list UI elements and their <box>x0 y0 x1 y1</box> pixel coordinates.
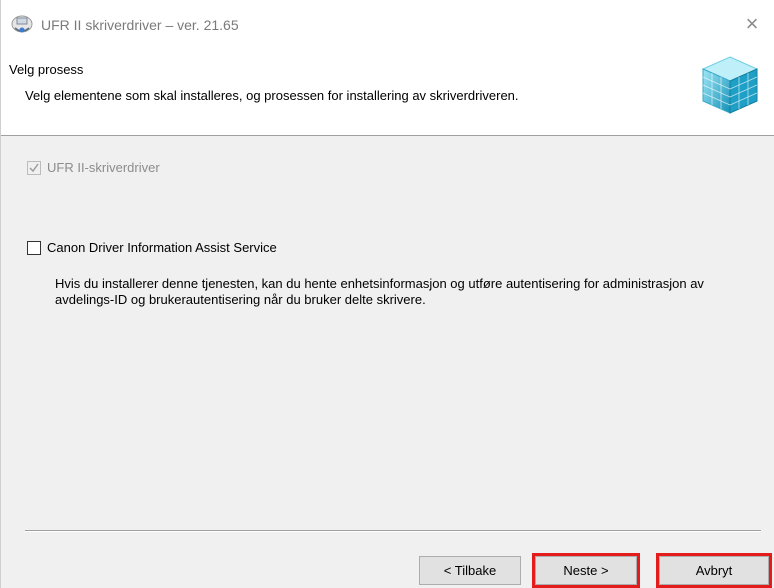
wizard-header: Velg prosess Velg elementene som skal in… <box>1 48 774 136</box>
option-ufr-driver[interactable]: UFR II-skriverdriver <box>27 160 160 175</box>
checkbox-ufr-driver[interactable] <box>27 160 41 175</box>
option-description: Hvis du installerer denne tjenesten, kan… <box>55 276 704 307</box>
window-title: UFR II skriverdriver – ver. 21.65 <box>41 17 239 33</box>
cancel-button[interactable]: Avbryt <box>656 553 772 588</box>
checkmark-icon <box>29 163 39 172</box>
option-assist-service[interactable]: Canon Driver Information Assist Service <box>27 240 277 255</box>
option-label: UFR II-skriverdriver <box>47 160 160 175</box>
printer-setup-icon <box>11 15 33 35</box>
option-label: Canon Driver Information Assist Service <box>47 240 277 255</box>
next-button[interactable]: Neste > <box>532 553 640 588</box>
close-icon: × <box>745 11 759 36</box>
back-button[interactable]: < Tilbake <box>419 556 521 585</box>
checkbox-assist-service[interactable] <box>27 240 41 255</box>
button-separator <box>25 530 761 532</box>
page-title: Velg prosess <box>9 62 84 77</box>
page-description: Velg elementene som skal installeres, og… <box>25 88 519 103</box>
canon-cube-logo-icon <box>699 51 761 119</box>
close-button[interactable]: × <box>729 0 774 48</box>
title-bar: UFR II skriverdriver – ver. 21.65 × <box>1 0 774 48</box>
installer-window: UFR II skriverdriver – ver. 21.65 × Velg… <box>0 0 774 588</box>
